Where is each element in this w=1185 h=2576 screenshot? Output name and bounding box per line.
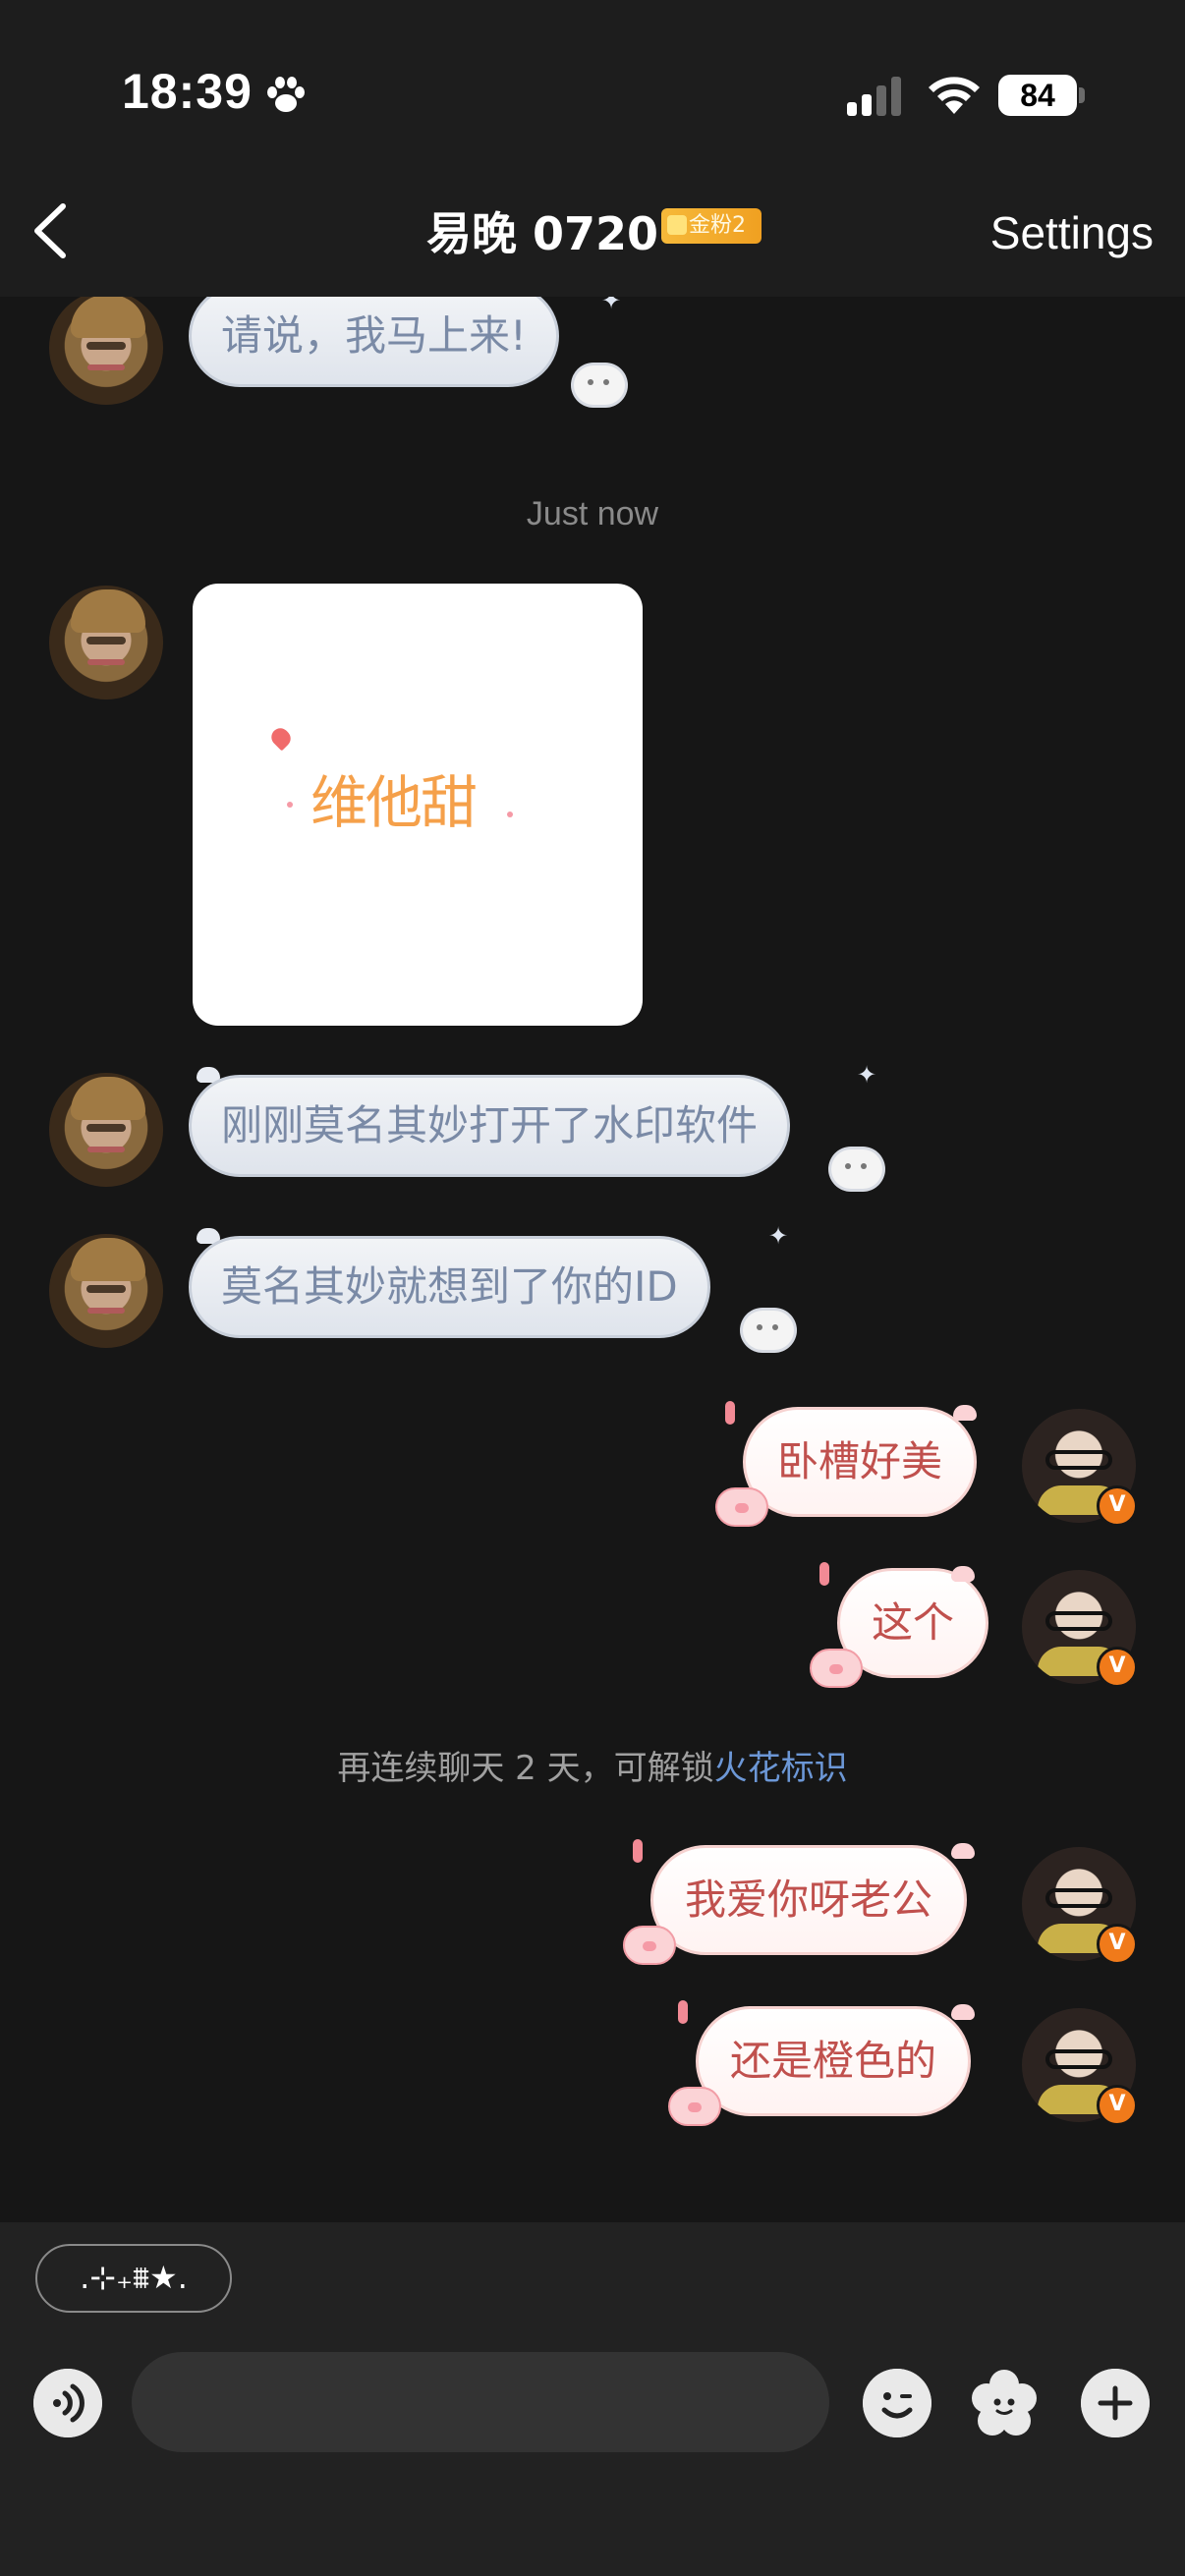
message-bubble[interactable]: 刚刚莫名其妙打开了水印软件 [189, 1075, 791, 1177]
verified-badge: V [1097, 1924, 1138, 1965]
sparkle-icon: ✦ [857, 1061, 877, 1089]
back-button[interactable] [22, 198, 86, 263]
settings-button[interactable]: Settings [990, 206, 1154, 259]
wifi-icon [929, 77, 980, 114]
cloud-sticker-icon [831, 1149, 882, 1189]
quick-reply-chip[interactable]: .⊹₊⩩★. [35, 2244, 232, 2313]
exclamation-icon [678, 2000, 688, 2024]
message-input[interactable] [132, 2352, 829, 2452]
battery-indicator: 84 [998, 75, 1077, 116]
image-message[interactable]: 维他甜 [193, 584, 643, 1026]
verified-badge: V [1097, 2085, 1138, 2126]
message-bubble[interactable]: 请说，我马上来! [189, 297, 559, 387]
contact-avatar[interactable] [49, 586, 163, 700]
image-caption: 维他甜 [310, 769, 478, 836]
pig-sticker-icon [668, 2087, 721, 2126]
plus-button[interactable] [1081, 2369, 1150, 2437]
status-time: 18:39 [122, 64, 253, 119]
cloud-sticker-icon [743, 1311, 794, 1350]
chat-area[interactable]: 请说，我马上来! ✦ Just now 维他甜 刚刚莫名其妙打开了水印软件 ✦ … [0, 297, 1185, 2222]
signal-icon [847, 77, 901, 116]
timestamp: Just now [526, 495, 659, 532]
bubble-ear [951, 2004, 975, 2020]
fan-level-badge: 金粉2 [661, 208, 762, 244]
streak-notice: 再连续聊天 2 天，可解锁火花标识 [0, 1741, 1185, 1789]
exclamation-icon [633, 1839, 643, 1863]
bubble-ear [951, 1843, 975, 1859]
dot-decoration [507, 812, 513, 817]
sticker-button[interactable] [968, 2367, 1041, 2439]
message-bubble[interactable]: 卧槽好美 [743, 1407, 978, 1517]
dot-decoration [287, 802, 293, 808]
message-bubble[interactable]: 莫名其妙就想到了你的ID [189, 1236, 710, 1338]
paw-icon [267, 77, 305, 112]
crown-icon [667, 215, 687, 235]
cloud-sticker-icon [574, 365, 625, 405]
chat-title[interactable]: 易晚 0720 [426, 198, 658, 263]
battery-cap [1079, 87, 1085, 103]
sparkle-icon: ✦ [768, 1222, 789, 1250]
contact-avatar[interactable] [49, 1073, 163, 1187]
fan-level-label: 金粉2 [689, 213, 746, 238]
verified-badge: V [1097, 1485, 1138, 1527]
bubble-ear [951, 1566, 975, 1582]
pig-sticker-icon [623, 1926, 676, 1965]
nav-bar: 易晚 0720 金粉2 Settings [0, 157, 1185, 297]
emoji-button[interactable] [863, 2369, 931, 2437]
verified-badge: V [1097, 1647, 1138, 1688]
exclamation-icon [725, 1401, 735, 1425]
pig-sticker-icon [810, 1649, 863, 1688]
sparkle-icon: ✦ [601, 297, 622, 314]
heart-icon [267, 724, 295, 752]
spark-badge-link[interactable]: 火花标识 [714, 1749, 848, 1788]
voice-button[interactable] [33, 2369, 102, 2437]
message-bubble[interactable]: 还是橙色的 [696, 2006, 972, 2116]
streak-notice-text: 再连续聊天 2 天，可解锁 [337, 1749, 714, 1788]
message-bubble[interactable]: 我爱你呀老公 [650, 1845, 968, 1955]
contact-avatar[interactable] [49, 1234, 163, 1348]
bubble-ear [953, 1405, 977, 1421]
status-bar: 18:39 84 [0, 0, 1185, 157]
pig-sticker-icon [715, 1487, 768, 1527]
contact-avatar[interactable] [49, 297, 163, 405]
exclamation-icon [819, 1562, 829, 1586]
